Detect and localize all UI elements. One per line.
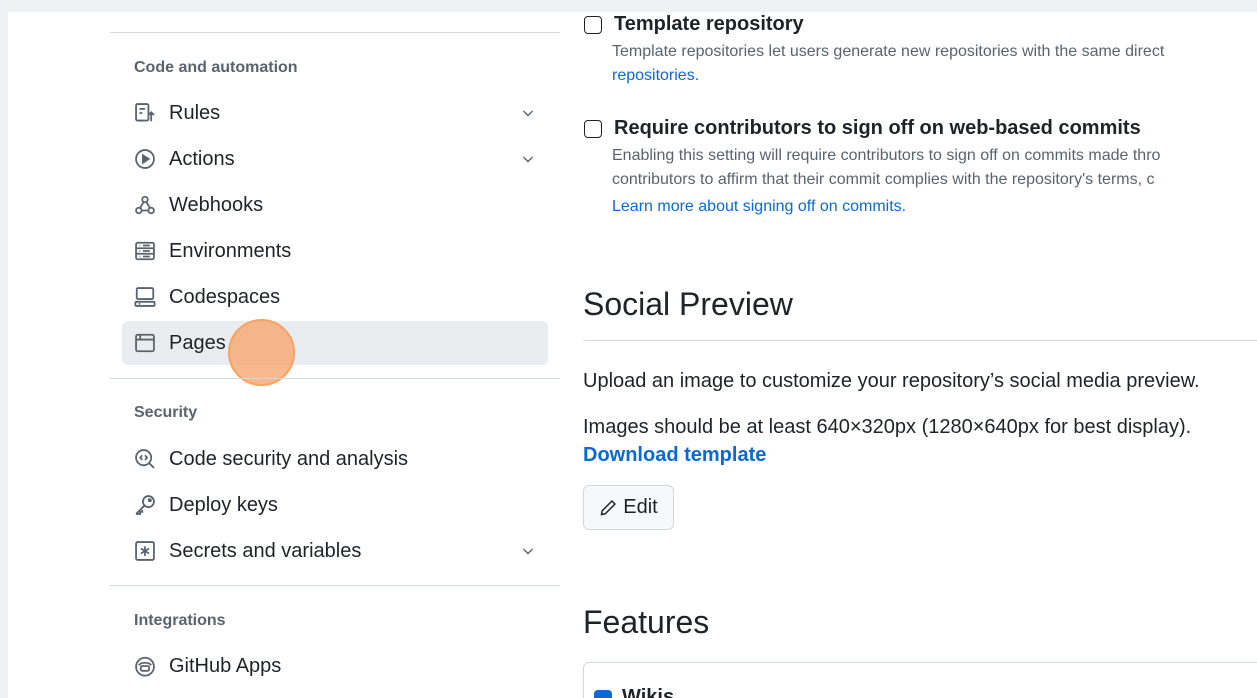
chevron-down-icon[interactable] (520, 151, 536, 167)
option-title: Require contributors to sign off on web-… (614, 117, 1141, 139)
sidebar-item-pages[interactable]: Pages (122, 321, 548, 365)
chevron-down-icon[interactable] (520, 105, 536, 121)
sidebar-item-secrets-variables[interactable]: Secrets and variables (122, 529, 548, 573)
edit-button-label: Edit (623, 496, 658, 518)
codespaces-icon (134, 286, 156, 308)
sidebar-item-webhooks[interactable]: Webhooks (122, 183, 548, 227)
chevron-down-icon[interactable] (520, 543, 536, 559)
social-preview-size-note: Images should be at least 640×320px (128… (583, 416, 1192, 438)
browser-icon (134, 332, 156, 354)
sidebar-item-github-apps[interactable]: GitHub Apps (122, 644, 548, 688)
sidebar-item-actions[interactable]: Actions (122, 137, 548, 181)
webhook-icon (134, 194, 156, 216)
heading-rule (583, 340, 1257, 341)
section-heading-security: Security (134, 404, 198, 421)
server-icon (134, 240, 156, 262)
wikis-checkbox[interactable] (594, 690, 612, 698)
sidebar-item-rules[interactable]: Rules (122, 91, 548, 135)
social-preview-description: Upload an image to customize your reposi… (583, 370, 1200, 392)
signoff-option: Require contributors to sign off on web-… (584, 117, 1141, 140)
download-template-link[interactable]: Download template (583, 444, 766, 467)
sidebar-item-deploy-keys[interactable]: Deploy keys (122, 483, 548, 527)
sidebar-item-label: Rules (169, 101, 221, 124)
rules-icon (134, 102, 156, 124)
codescan-icon (134, 448, 156, 470)
sidebar-item-label: Deploy keys (169, 493, 278, 516)
option-description: contributors to affirm that their commit… (612, 171, 1155, 188)
sidebar-item-environments[interactable]: Environments (122, 229, 548, 273)
features-box (583, 662, 1257, 698)
sidebar-divider (110, 32, 560, 33)
wikis-label: Wikis (622, 686, 675, 698)
pencil-icon (600, 499, 616, 515)
section-heading-integrations: Integrations (134, 612, 226, 629)
features-heading: Features (583, 604, 710, 640)
signoff-checkbox[interactable] (584, 119, 602, 138)
sidebar-item-label: Pages (169, 331, 226, 354)
option-title: Template repository (614, 13, 804, 35)
key-icon (134, 494, 156, 516)
sidebar-divider (110, 585, 560, 586)
sidebar-item-label: Codespaces (169, 285, 281, 308)
settings-main: Template repository Template repositorie… (568, 12, 1257, 698)
sidebar-item-code-security[interactable]: Code security and analysis (122, 437, 548, 481)
sidebar-item-label: Actions (169, 147, 235, 170)
click-indicator (228, 319, 295, 386)
sidebar-item-label: Webhooks (169, 193, 264, 216)
template-repository-checkbox[interactable] (584, 15, 602, 34)
play-icon (134, 148, 156, 170)
settings-sidebar: Code and automation Rules Actions Webhoo… (8, 12, 568, 698)
asterisk-icon (134, 540, 156, 562)
copilot-icon (134, 655, 156, 677)
sidebar-divider (110, 378, 560, 379)
settings-page: Code and automation Rules Actions Webhoo… (8, 12, 1257, 698)
social-preview-heading: Social Preview (583, 286, 793, 322)
sidebar-item-label: Secrets and variables (169, 539, 362, 562)
section-heading-code-automation: Code and automation (134, 59, 298, 76)
sidebar-item-label: Environments (169, 239, 292, 262)
edit-button[interactable]: Edit (583, 485, 674, 530)
template-repositories-link[interactable]: repositories. (612, 64, 699, 88)
sidebar-item-label: GitHub Apps (169, 654, 282, 677)
signoff-learn-more-link[interactable]: Learn more about signing off on commits. (612, 195, 906, 219)
option-description: Enabling this setting will require contr… (612, 147, 1161, 164)
sidebar-item-codespaces[interactable]: Codespaces (122, 275, 548, 319)
option-description: Template repositories let users generate… (612, 43, 1165, 60)
sidebar-item-label: Code security and analysis (169, 447, 409, 470)
template-repository-option: Template repository (584, 13, 804, 36)
